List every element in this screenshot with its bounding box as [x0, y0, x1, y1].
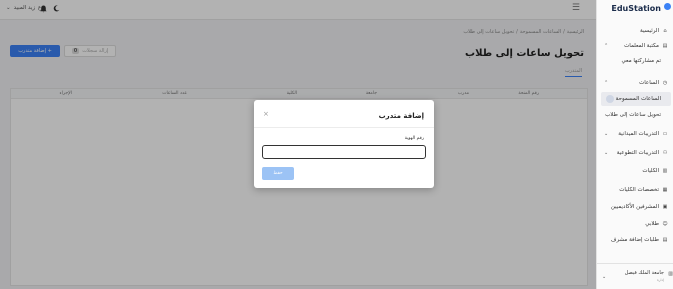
- clock-icon: ◷: [662, 80, 668, 86]
- university-subtitle: إدارة: [656, 278, 664, 282]
- add-trainee-modal: إضافة متدرب × رقم الهوية حفظ: [254, 100, 434, 188]
- sidebar-item-supervisor-requests[interactable]: ▤ طلبات إضافة مشرف: [601, 233, 671, 247]
- sidebar-item-library[interactable]: ▤ مكتبة المعلمات ⌃: [601, 39, 671, 53]
- close-icon[interactable]: ×: [263, 110, 269, 118]
- sidebar-item-label: الرئيسية: [640, 28, 659, 34]
- chevron-down-icon: ⌄: [604, 150, 609, 156]
- home-icon: ⌂: [663, 28, 667, 34]
- sidebar-item-colleges[interactable]: ▥ الكليات: [601, 164, 671, 178]
- brand-logo-icon: [664, 3, 671, 10]
- sidebar-item-label: التدريبات الميدانية: [618, 131, 659, 137]
- sidebar-item-label: تم مشاركتها معي: [621, 58, 661, 64]
- building-icon: ▥: [662, 168, 668, 174]
- sidebar-item-label: الكليات: [642, 168, 659, 174]
- university-name: جامعة الملك فيصل: [624, 270, 664, 276]
- sidebar-item-college-majors[interactable]: ▦ تخصصات الكليات: [601, 183, 671, 197]
- sidebar-item-label: طلابي: [645, 221, 659, 227]
- sidebar-item-label: التدريبات التطوعية: [616, 150, 659, 156]
- sidebar-item-shared[interactable]: تم مشاركتها معي: [601, 54, 671, 68]
- chevron-down-icon: ⌄: [604, 131, 609, 137]
- sidebar-item-my-students[interactable]: ☺ طلابي: [601, 217, 671, 231]
- sidebar-item-label: المشرفين الأكاديميين: [610, 204, 659, 210]
- chevron-up-icon: ⌃: [604, 80, 609, 86]
- university-icon: ▥: [668, 271, 673, 277]
- chevron-up-icon: ⌃: [604, 43, 609, 49]
- sidebar-item-label: تحويل ساعات إلى طلاب: [605, 112, 661, 118]
- university-switcher[interactable]: ▥ جامعة الملك فيصل إدارة ⌄: [597, 263, 673, 289]
- sidebar-item-label: الساعات المسموحة: [615, 96, 661, 102]
- sidebar-item-volunteer-training[interactable]: ⚇ التدريبات التطوعية ⌄: [601, 146, 671, 160]
- sidebar: EduStation ⌂ الرئيسية ▤ مكتبة المعلمات ⌃…: [596, 0, 673, 289]
- request-icon: ▤: [662, 237, 668, 243]
- sidebar-item-label: طلبات إضافة مشرف: [610, 237, 659, 243]
- active-indicator: [606, 95, 614, 103]
- id-number-label: رقم الهوية: [404, 136, 424, 141]
- save-button[interactable]: حفظ: [262, 167, 294, 180]
- student-icon: ☺: [662, 221, 668, 227]
- users-icon: ⚇: [662, 150, 668, 156]
- book-icon: ▤: [662, 43, 668, 49]
- id-number-input[interactable]: [262, 145, 426, 159]
- chevron-down-icon: ⌄: [602, 274, 607, 280]
- sidebar-item-allowed-hours[interactable]: الساعات المسموحة: [601, 92, 671, 106]
- sidebar-item-hours[interactable]: ◷ الساعات ⌃: [601, 76, 671, 90]
- sidebar-item-transfer-hours[interactable]: تحويل ساعات إلى طلاب: [601, 108, 671, 122]
- sidebar-item-home[interactable]: ⌂ الرئيسية: [601, 24, 671, 38]
- modal-divider: [254, 127, 434, 128]
- sidebar-item-supervisors[interactable]: ▣ المشرفين الأكاديميين: [601, 200, 671, 214]
- sidebar-item-label: الساعات: [639, 80, 659, 86]
- user-tie-icon: ▣: [662, 204, 668, 210]
- brand-name: EduStation: [611, 4, 661, 13]
- grid-icon: ▦: [662, 187, 668, 193]
- sidebar-item-label: مكتبة المعلمات: [624, 43, 659, 49]
- sidebar-item-label: تخصصات الكليات: [619, 187, 659, 193]
- modal-title: إضافة متدرب: [378, 112, 424, 120]
- clipboard-icon: ▭: [662, 131, 668, 137]
- sidebar-item-field-training[interactable]: ▭ التدريبات الميدانية ⌄: [601, 127, 671, 141]
